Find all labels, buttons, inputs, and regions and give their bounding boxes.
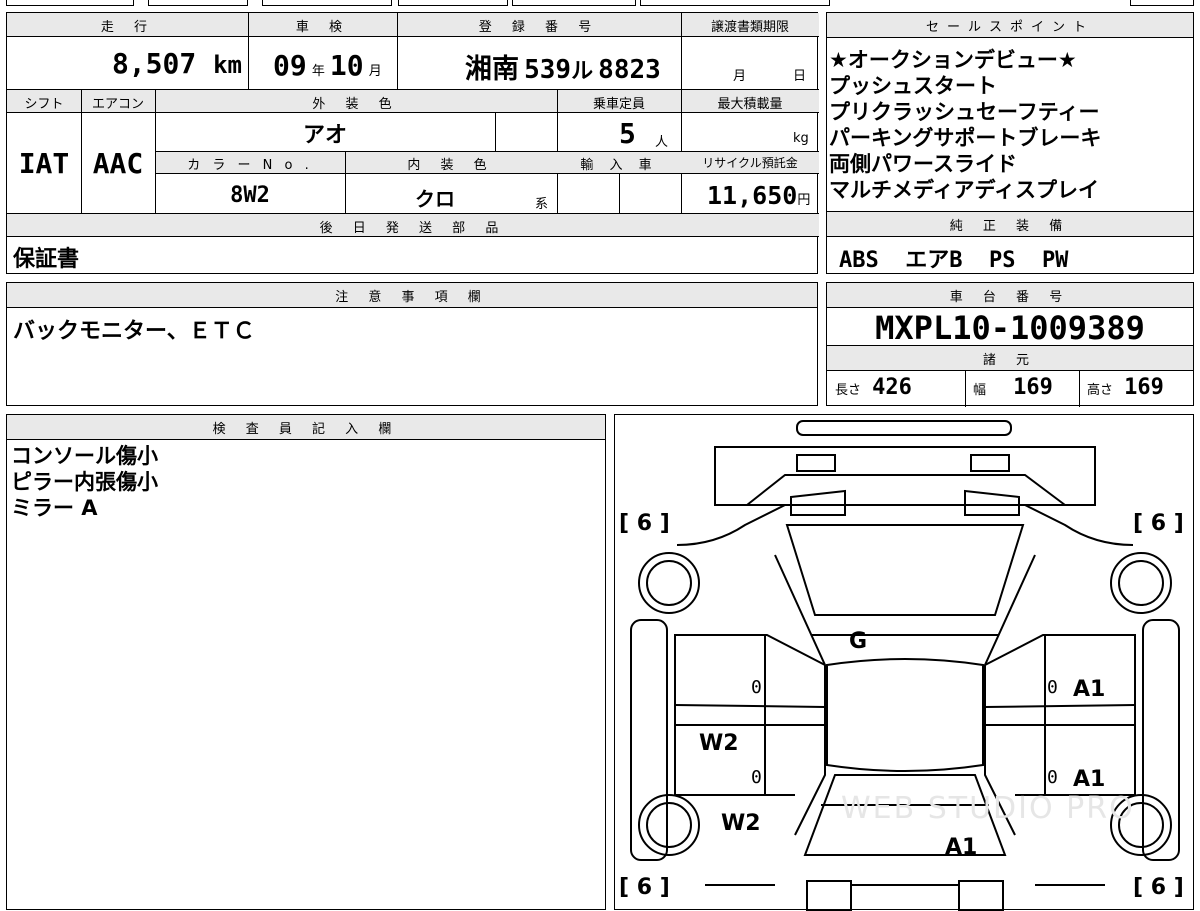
height-label: 高さ (1087, 383, 1114, 398)
genuine-equipment-panel: 純 正 装 備 ABS エアB PS PW (826, 211, 1194, 274)
mark-right-rear-door: 0 (1047, 767, 1058, 788)
mark-right-rear-door-code: A1 (1073, 767, 1106, 792)
chassis-number: MXPL10-1009389 (875, 309, 1145, 347)
color-no-value: 8W2 (230, 183, 270, 208)
registration-label: 登 録 番 号 (478, 20, 600, 35)
width-label: 幅 (973, 383, 987, 398)
height-value: 169 (1124, 375, 1164, 400)
tire-rr-value: 6 (1150, 875, 1167, 900)
recycle-label: リサイクル預託金 (702, 156, 798, 170)
genuine-equipment-label: 純 正 装 備 (949, 219, 1071, 234)
mark-right-front-door-code: A1 (1073, 677, 1106, 702)
list-item: ★オークションデビュー★ (829, 48, 1077, 72)
list-item: ミラー A (11, 496, 98, 520)
mileage-value: 8,507 (111, 47, 197, 80)
damage-diagram: [ 6 ] [ 6 ] [ 6 ] [ 6 ] G 0 0 A1 W2 0 0 … (614, 414, 1194, 911)
mark-left-rear-door-code: W2 (699, 731, 739, 756)
inspection-label: 車 検 (295, 20, 351, 35)
car-outline-diagram (630, 420, 1180, 911)
summary-table: 走 行 車 検 登 録 番 号 譲渡書類期限 8,507 km 09 年 10 … (6, 12, 819, 274)
color-no-label: カ ラ ー N o . (187, 158, 313, 173)
capacity-value: 5 (619, 117, 636, 150)
later-parts-label: 後 日 発 送 部 品 (319, 221, 507, 236)
sales-points-list: ★オークションデビュー★ プッシュスタート プリクラッシュセーフティー パーキン… (829, 47, 1101, 203)
mark-right-front-door: 0 (1047, 677, 1058, 698)
shift-value: IAT (18, 147, 70, 180)
registration-number: 湘南 539ル 8823 (465, 54, 661, 85)
mileage-label: 走 行 (100, 20, 156, 35)
mileage-unit: km (213, 51, 242, 79)
interior-label: 内 装 色 (407, 158, 495, 173)
mark-left-front-door: 0 (751, 677, 762, 698)
list-item: 両側パワースライド (829, 152, 1017, 176)
exterior-label: 外 装 色 (312, 97, 400, 112)
notes-label: 注 意 事 項 欄 (335, 290, 489, 305)
tire-fr-value: 6 (1150, 511, 1167, 536)
mark-left-rear-quarter: W2 (721, 811, 761, 836)
capacity-label: 乗車定員 (592, 97, 645, 112)
exterior-value: アオ (302, 123, 347, 148)
length-label: 長さ (835, 383, 862, 398)
mark-rear-right: A1 (945, 835, 978, 860)
max-load-label: 最大積載量 (717, 97, 783, 112)
interior-value: クロ (415, 187, 455, 211)
length-value: 426 (872, 375, 912, 400)
ac-label: エアコン (91, 97, 144, 112)
recycle-value: 11,650 (707, 181, 798, 210)
transfer-label: 譲渡書類期限 (710, 20, 789, 35)
notes-panel: 注 意 事 項 欄 バックモニター、ＥＴＣ (6, 282, 818, 406)
list-item: パーキングサポートブレーキ (829, 126, 1102, 150)
shift-label: シフト (24, 97, 64, 112)
sales-points-panel: セールスポイント ★オークションデビュー★ プッシュスタート プリクラッシュセー… (826, 12, 1194, 212)
list-item: マルチメディアディスプレイ (829, 178, 1100, 202)
inspector-panel: 検 査 員 記 入 欄 コンソール傷小 ピラー内張傷小 ミラー A (6, 414, 606, 910)
list-item: コンソール傷小 (11, 444, 158, 468)
inspection-month: 10 (329, 49, 364, 82)
inspector-label: 検 査 員 記 入 欄 (212, 422, 400, 437)
sales-points-label: セールスポイント (925, 20, 1094, 35)
spec-label: 諸 元 (982, 353, 1038, 368)
import-label: 輸 入 車 (580, 158, 658, 173)
inspection-year: 09 (273, 49, 307, 82)
chassis-label: 車 台 番 号 (949, 290, 1071, 305)
tire-rl-value: 6 (636, 875, 653, 900)
genuine-equipment-value: ABS エアB PS PW (839, 248, 1069, 273)
list-item: プッシュスタート (829, 74, 997, 98)
chassis-panel: 車 台 番 号 MXPL10-1009389 諸 元 長さ 426 幅 169 … (826, 282, 1194, 407)
mark-left-rear-door: 0 (751, 767, 762, 788)
watermark: WEB STUDIO PRO (841, 791, 1135, 826)
list-item: ピラー内張傷小 (11, 470, 158, 494)
width-value: 169 (1013, 375, 1053, 400)
mark-windshield: G (849, 629, 868, 654)
ac-value: AAC (92, 147, 144, 180)
tire-fl-value: 6 (636, 511, 653, 536)
later-parts-value: 保証書 (13, 247, 80, 272)
list-item: プリクラッシュセーフティー (829, 100, 1100, 124)
notes-value: バックモニター、ＥＴＣ (13, 319, 255, 344)
